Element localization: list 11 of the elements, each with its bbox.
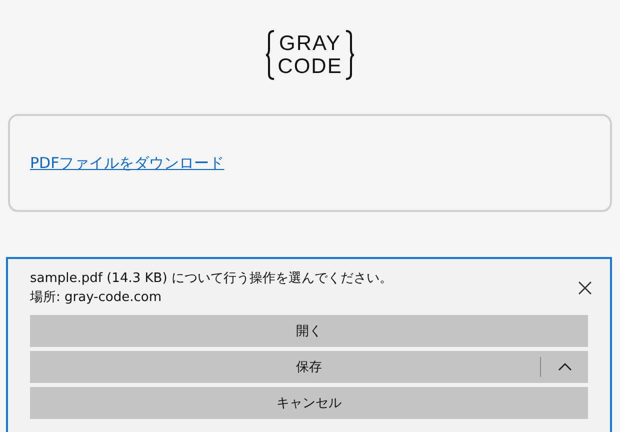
close-button[interactable] [576, 279, 594, 297]
download-source: 場所: gray-code.com [30, 289, 162, 306]
download-link[interactable]: PDFファイルをダウンロード [30, 154, 224, 172]
action-button[interactable]: 開く [30, 315, 588, 347]
logo-text: GRAY CODE [278, 32, 342, 78]
caret-icon[interactable] [558, 363, 572, 371]
brace-icon [345, 29, 356, 81]
action-button[interactable]: キャンセル [30, 387, 588, 419]
brace-icon [264, 29, 275, 81]
save-button[interactable]: 保存 [30, 351, 588, 383]
download-message: sample.pdf (14.3 KB) について行う操作を選んでください。 [30, 270, 392, 287]
